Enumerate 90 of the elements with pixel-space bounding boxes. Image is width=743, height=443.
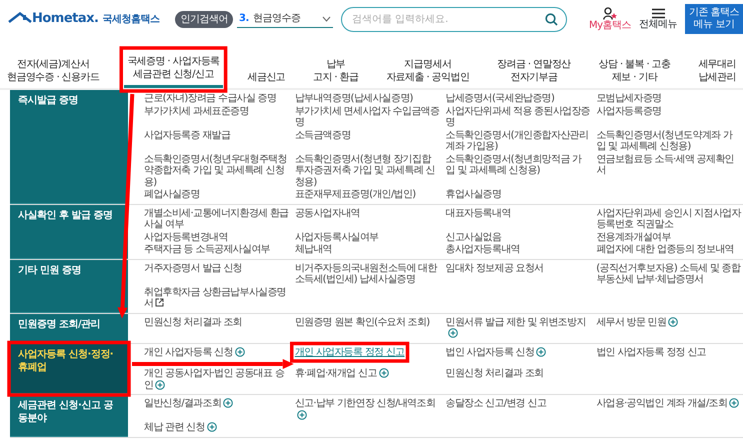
section-title[interactable]: 사업자등록 신청·정정·휴폐업 (10, 344, 128, 394)
menu-link[interactable]: 주택자금 등 소득공제사실여부 (144, 244, 289, 256)
menu-link[interactable]: 표준재무제표증명(개인/법인) (294, 189, 440, 200)
nav-tab[interactable]: 상담 · 불복 · 고충 제보 · 기타 (596, 54, 674, 88)
menu-link[interactable]: 거주자증명서 발급 신청 (144, 262, 289, 274)
menu-link[interactable]: 사업자등록증 재발급 (144, 130, 289, 141)
menu-link[interactable]: 비거주자등의국내원천소득에 대한 소득세(법인세) 납세사실증명 (294, 262, 440, 286)
menu-link[interactable]: 개인 사업자등록 정정 신고 (294, 346, 404, 358)
menu-link[interactable]: 세무서 방문 민원 (596, 316, 741, 328)
nav-tab[interactable]: 세무대리 납세관리 (695, 54, 739, 88)
menu-link[interactable]: 사업자등록사실여부 (294, 232, 440, 243)
menu-link[interactable]: 부가가치세 과세표준증명 (144, 106, 289, 117)
menu-link[interactable]: 휴·폐업·재개업 신고 (294, 368, 440, 380)
plus-icon[interactable] (729, 398, 740, 408)
plus-icon[interactable] (296, 410, 307, 420)
menu-link[interactable]: 개인 공동사업자·법인 공동대표 승인 (144, 368, 289, 391)
menu-link[interactable]: 폐업자에 대한 업종등의 정보내역 (596, 244, 741, 256)
classic-menu-button[interactable]: 기존 홈택스 메뉴 보기 (685, 4, 743, 34)
menu-link[interactable]: 사업용·공익법인 계좌 개설/조회 (596, 398, 741, 410)
nav-tab[interactable]: 전자(세금)계산서 현금영수증 · 신용카드 (4, 54, 102, 88)
nav-tab[interactable]: 세금신고 (244, 67, 288, 88)
menu-link[interactable]: 폐업사실증명 (144, 189, 289, 200)
plus-icon[interactable] (668, 316, 678, 326)
logo-text[interactable]: Hometax. (32, 9, 98, 29)
search-field[interactable]: 검색어를 입력하세요. (340, 6, 567, 32)
menu-link[interactable]: 전용계좌개설여부 (596, 232, 741, 243)
menu-link[interactable]: 공동사업자내역 (294, 208, 440, 219)
menu-icon[interactable] (652, 8, 664, 19)
menu-link[interactable]: (공직선거후보자용) 소득세 및 종합부동산세 납부·체납증명서 (596, 262, 741, 286)
section-title[interactable]: 즉시발급 증명 (10, 90, 128, 204)
menu-link[interactable]: 민원신청 처리결과 조회 (144, 316, 289, 328)
nav-tab[interactable]: 장려금 · 연말정산 전자기부금 (494, 54, 574, 88)
plus-icon[interactable] (378, 368, 389, 378)
nav-tab[interactable]: 국세증명 · 사업자등록 세금관련 신청/신고 (124, 51, 223, 88)
menu-link[interactable]: 휴업사실증명 (446, 189, 590, 200)
my-hometax-link[interactable]: My홈택스 (588, 20, 631, 31)
menu-link[interactable]: 연금보험료등 소득·세액 공제확인서 (596, 154, 741, 176)
menu-link[interactable]: 납세증명서(국세완납증명) (446, 93, 590, 104)
menu-link[interactable]: 송달장소 신고/변경 신고 (446, 398, 590, 410)
menu-link[interactable]: 체납 관련 신청 (144, 422, 289, 434)
house-logo-icon (8, 12, 32, 26)
external-link-icon[interactable] (155, 298, 164, 307)
menu-link[interactable]: 사업자단위과세 적용 종된사업장증명 (446, 106, 590, 128)
menu-link[interactable]: 부가가치세 면세사업자 수입금액증명 (294, 106, 440, 128)
plus-icon[interactable] (223, 398, 234, 408)
menu-link[interactable]: 임대차 정보제공 요청서 (446, 262, 590, 274)
popular-search-dropdown[interactable]: 3. 현금영수증 (236, 10, 333, 28)
menu-link[interactable]: 체납내역 (294, 244, 440, 256)
section-title[interactable]: 기타 민원 증명 (10, 260, 128, 312)
menu-link[interactable]: 모범납세자증명 (596, 93, 741, 104)
user-icon[interactable] (602, 7, 617, 20)
all-menu-link[interactable]: 전체메뉴 (639, 19, 677, 30)
menu-link[interactable]: 소득확인증명서(청년희망적금 가입 및 과세특례 신청용) (446, 154, 590, 176)
menu-link[interactable]: 총사업자등록내역 (446, 244, 590, 256)
menu-link[interactable]: 신고·납부 기한연장 신청/내역조회 (294, 398, 440, 421)
menu-link[interactable]: 소득확인증명서(청년우대형주택청약종합저축 가입 및 과세특례 신청용) (144, 154, 289, 188)
menu-link[interactable]: 사업자단위과세 승인시 지점사업자등록번호 직권말소 (596, 208, 741, 230)
plus-icon[interactable] (448, 328, 458, 338)
menu-link[interactable]: 사업자등록변경내역 (144, 232, 289, 243)
logo-subtitle: 국세청홈택스 (102, 12, 160, 26)
section-title[interactable]: 민원증명 조회/관리 (10, 314, 128, 342)
menu-link[interactable]: 납부내역증명(납세사실증명) (294, 93, 440, 104)
section-title[interactable]: 사실확인 후 발급 증명 (10, 204, 128, 258)
plus-icon[interactable] (206, 422, 217, 432)
menu-link[interactable]: 소득확인증명서(개인종합자산관리계좌 가입용) (446, 130, 590, 152)
menu-link[interactable]: 법인 사업자등록 정정 신고 (596, 346, 741, 358)
search-icon[interactable] (544, 12, 558, 26)
menu-link[interactable]: 근로(자녀)장려금 수급사실 증명 (144, 93, 289, 104)
menu-link[interactable]: 취업후학자금 상환금납부사실증명서 (144, 286, 289, 310)
caret-icon[interactable] (322, 16, 331, 22)
menu-link[interactable]: 대표자등록내역 (446, 208, 590, 219)
menu-link[interactable]: 개인 사업자등록 신청 (144, 346, 289, 358)
menu-link[interactable]: 소득확인증명서(청년형 장기집합투자증권저축 가입 및 과세특례 신청용) (294, 154, 440, 188)
plus-icon[interactable] (234, 346, 245, 356)
menu-link[interactable]: 소득금액증명 (294, 130, 440, 141)
menu-link[interactable]: 민원신청 처리결과 조회 (446, 368, 590, 380)
menu-link[interactable]: 신고사실없음 (446, 232, 590, 243)
menu-link[interactable]: 사업자등록증명 (596, 106, 741, 117)
menu-link[interactable]: 법인 사업자등록 신청 (446, 346, 590, 358)
popular-search-label: 인기검색어 (175, 10, 233, 28)
menu-link[interactable]: 소득확인증명서(청년도약계좌 가입 및 과세특례 신청용) (596, 130, 741, 152)
menu-link[interactable]: 개별소비세·교통에너지환경세 환급사실 여부 (144, 208, 289, 230)
menu-link[interactable]: 민원서류 발급 제한 및 위변조방지 (446, 316, 590, 340)
plus-icon[interactable] (155, 380, 166, 390)
menu-link[interactable]: 일반신청/결과조회 (144, 398, 289, 410)
nav-tab[interactable]: 지급명세서 자료제출 · 공익법인 (383, 54, 472, 88)
menu-link[interactable]: 민원증명 원본 확인(수요처 조회) (294, 316, 440, 328)
section-title[interactable]: 세금관련 신청·신고 공동분야 (10, 395, 128, 436)
plus-icon[interactable] (536, 346, 546, 356)
nav-tab[interactable]: 납부 고지 · 환급 (310, 54, 362, 88)
